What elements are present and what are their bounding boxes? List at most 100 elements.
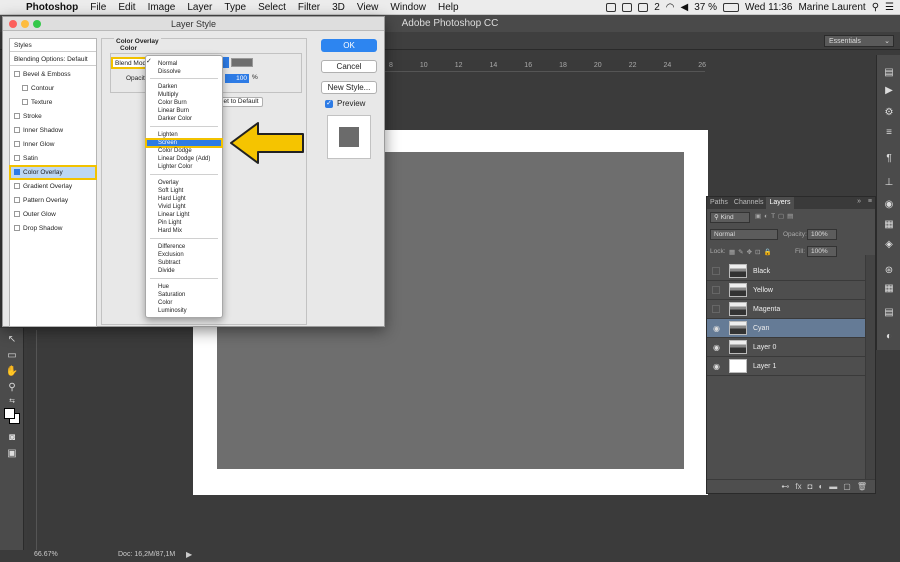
- volume-icon[interactable]: ◀: [680, 2, 688, 13]
- blend-option-overlay[interactable]: Overlay: [146, 179, 222, 187]
- blend-option-darker-color[interactable]: Darker Color: [146, 115, 222, 123]
- screen-mode-icon[interactable]: ▣: [5, 448, 19, 460]
- style-pattern-overlay[interactable]: Pattern Overlay: [10, 194, 96, 207]
- blend-option-color-burn[interactable]: Color Burn: [146, 99, 222, 107]
- eye-icon[interactable]: ◉: [712, 343, 721, 352]
- style-drop-shadow[interactable]: Drop Shadow: [10, 222, 96, 235]
- blend-option-multiply[interactable]: Multiply: [146, 91, 222, 99]
- panel-menu-icon[interactable]: ≡: [868, 198, 872, 205]
- checkbox[interactable]: [14, 113, 20, 120]
- play-icon[interactable]: ▶: [882, 85, 896, 97]
- menu-image[interactable]: Image: [142, 2, 182, 13]
- eye-icon[interactable]: ◉: [712, 324, 721, 333]
- blend-option-darken[interactable]: Darken: [146, 83, 222, 91]
- menu-app-name[interactable]: Photoshop: [20, 2, 84, 13]
- checkbox-checked[interactable]: [14, 169, 20, 176]
- reset-to-default-button[interactable]: et to Default: [219, 97, 263, 107]
- layer-fill-input[interactable]: 100%: [807, 246, 837, 257]
- menu-filter[interactable]: Filter: [292, 2, 326, 13]
- notification-icon[interactable]: [638, 2, 649, 12]
- blend-option-soft-light[interactable]: Soft Light: [146, 187, 222, 195]
- marquee-tool-icon[interactable]: ▭: [5, 350, 19, 362]
- menu-window[interactable]: Window: [384, 2, 432, 13]
- menu-help[interactable]: Help: [432, 2, 465, 13]
- checkbox[interactable]: [14, 211, 20, 218]
- blend-option-luminosity[interactable]: Luminosity: [146, 307, 222, 315]
- blend-option-hard-light[interactable]: Hard Light: [146, 195, 222, 203]
- battery-icon[interactable]: [722, 2, 739, 12]
- blend-option-exclusion[interactable]: Exclusion: [146, 251, 222, 259]
- dropbox-icon[interactable]: [606, 2, 617, 12]
- zoom-tool-icon[interactable]: ⚲: [5, 382, 19, 394]
- layer-row-magenta[interactable]: Magenta: [707, 300, 865, 319]
- checkbox[interactable]: [14, 225, 20, 232]
- style-stroke[interactable]: Stroke: [10, 110, 96, 123]
- blend-option-linear-dodge[interactable]: Linear Dodge (Add): [146, 155, 222, 163]
- user-name[interactable]: Marine Laurent: [798, 2, 865, 13]
- layers-icon[interactable]: ◈: [882, 239, 896, 251]
- adjustment-layer-icon[interactable]: ◐: [818, 482, 823, 491]
- filter-kind-select[interactable]: ⚲ Kind: [710, 212, 750, 223]
- channels-icon[interactable]: ⊛: [882, 265, 896, 277]
- style-inner-shadow[interactable]: Inner Shadow: [10, 124, 96, 137]
- quick-mask-icon[interactable]: ◙: [5, 432, 19, 444]
- tab-paths[interactable]: Paths: [707, 197, 731, 209]
- blend-option-hue[interactable]: Hue: [146, 283, 222, 291]
- style-outer-glow[interactable]: Outer Glow: [10, 208, 96, 221]
- menu-view[interactable]: View: [351, 2, 385, 13]
- preview-checkbox[interactable]: ✓: [325, 100, 333, 108]
- style-contour[interactable]: Contour: [10, 82, 96, 95]
- close-window-icon[interactable]: [9, 20, 17, 28]
- blend-option-color[interactable]: Color: [146, 299, 222, 307]
- move-tool-icon[interactable]: ↖: [5, 334, 19, 346]
- zoom-level[interactable]: 66.67%: [34, 551, 58, 558]
- list-icon[interactable]: ☰: [885, 2, 894, 13]
- blend-option-divide[interactable]: Divide: [146, 267, 222, 275]
- blend-option-pin-light[interactable]: Pin Light: [146, 219, 222, 227]
- blend-option-normal[interactable]: Normal: [146, 60, 222, 68]
- layer-row-layer-1[interactable]: ◉ Layer 1: [707, 357, 865, 376]
- ok-button[interactable]: OK: [321, 39, 377, 52]
- adjustments-icon[interactable]: ⚙: [882, 107, 896, 119]
- checkbox[interactable]: [14, 71, 20, 78]
- style-satin[interactable]: Satin: [10, 152, 96, 165]
- checkbox[interactable]: [22, 99, 28, 106]
- styles-header[interactable]: Styles: [10, 39, 96, 52]
- visibility-toggle[interactable]: [712, 305, 720, 313]
- link-icon[interactable]: ⊷: [781, 482, 789, 491]
- filter-icons[interactable]: ▣◐T▢▤: [755, 212, 796, 220]
- checkbox[interactable]: [14, 197, 20, 204]
- blend-option-linear-light[interactable]: Linear Light: [146, 211, 222, 219]
- overlay-color-swatch[interactable]: [231, 58, 253, 67]
- checkbox[interactable]: [14, 155, 20, 162]
- sliders-icon[interactable]: ≡: [882, 127, 896, 139]
- layer-row-black[interactable]: Black: [707, 262, 865, 281]
- cancel-button[interactable]: Cancel: [321, 60, 377, 73]
- checkbox[interactable]: [22, 85, 28, 92]
- wifi-icon[interactable]: ◠: [666, 2, 675, 13]
- blend-option-hard-mix[interactable]: Hard Mix: [146, 227, 222, 235]
- style-bevel-emboss[interactable]: Bevel & Emboss: [10, 68, 96, 81]
- layer-row-layer-0[interactable]: ◉ Layer 0: [707, 338, 865, 357]
- hand-tool-icon[interactable]: ✋: [5, 366, 19, 378]
- styles-icon[interactable]: ◐: [882, 331, 896, 343]
- menu-type[interactable]: Type: [218, 2, 252, 13]
- layer-row-yellow[interactable]: Yellow: [707, 281, 865, 300]
- blend-option-screen[interactable]: Screen: [145, 138, 223, 148]
- new-layer-icon[interactable]: ▢: [843, 482, 851, 491]
- blending-options[interactable]: Blending Options: Default: [10, 53, 96, 66]
- collapse-icon[interactable]: »: [857, 198, 861, 205]
- layer-row-cyan[interactable]: ◉ Cyan: [707, 319, 865, 338]
- search-icon[interactable]: ⚲: [872, 2, 879, 13]
- style-texture[interactable]: Texture: [10, 96, 96, 109]
- blend-option-linear-burn[interactable]: Linear Burn: [146, 107, 222, 115]
- fx-icon[interactable]: fx: [795, 482, 801, 491]
- lock-icons[interactable]: ▦✎✥⊡🔒: [729, 248, 775, 256]
- tab-channels[interactable]: Channels: [731, 197, 767, 209]
- doc-size[interactable]: Doc: 16,2M/87,1M: [118, 551, 175, 558]
- checkbox[interactable]: [14, 183, 20, 190]
- workspace-select[interactable]: Essentials ⌄: [824, 35, 894, 47]
- blend-option-vivid-light[interactable]: Vivid Light: [146, 203, 222, 211]
- swatches-icon[interactable]: ▦: [882, 219, 896, 231]
- mask-icon[interactable]: ◘: [808, 482, 813, 491]
